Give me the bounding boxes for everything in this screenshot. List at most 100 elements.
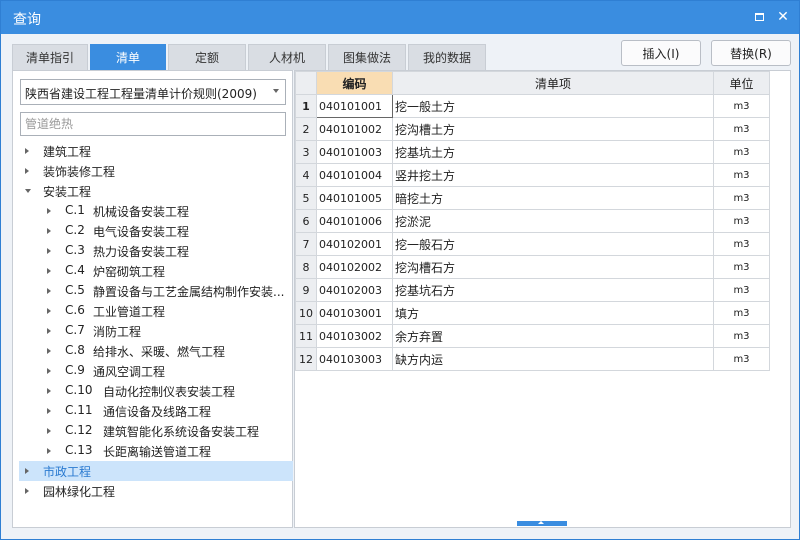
tree-node[interactable]: C.9 通风空调工程 — [13, 361, 292, 381]
item-name-cell[interactable]: 挖基坑土方 — [392, 140, 714, 164]
expand-right-icon[interactable] — [25, 488, 29, 494]
item-name-cell[interactable]: 挖淤泥 — [392, 209, 714, 233]
tree-node[interactable]: C.3 热力设备安装工程 — [13, 241, 292, 261]
tree-node[interactable]: C.6 工业管道工程 — [13, 301, 292, 321]
table-row[interactable]: 2 040101002 挖沟槽土方 m3 — [295, 117, 770, 141]
row-number-cell[interactable]: 7 — [295, 232, 317, 256]
tree-node[interactable]: 建筑工程 — [13, 141, 292, 161]
unit-cell[interactable]: m3 — [713, 140, 770, 164]
tree-node[interactable]: C.8 给排水、采暖、燃气工程 — [13, 341, 292, 361]
rule-select[interactable]: 陕西省建设工程工程量清单计价规则(2009) — [20, 79, 286, 105]
code-cell[interactable]: 040102001 — [316, 232, 393, 256]
tree-node[interactable]: C.13 长距离输送管道工程 — [13, 441, 292, 461]
row-number-cell[interactable]: 12 — [295, 347, 317, 371]
table-row[interactable]: 3 040101003 挖基坑土方 m3 — [295, 140, 770, 164]
unit-cell[interactable]: m3 — [713, 347, 770, 371]
panel-collapse-handle[interactable] — [517, 521, 567, 526]
table-row[interactable]: 7 040102001 挖一般石方 m3 — [295, 232, 770, 256]
close-icon[interactable]: ✕ — [775, 9, 791, 25]
unit-cell[interactable]: m3 — [713, 163, 770, 187]
item-name-cell[interactable]: 缺方内运 — [392, 347, 714, 371]
code-column-header[interactable]: 编码 — [316, 71, 393, 95]
expand-right-icon[interactable] — [47, 348, 51, 354]
maximize-icon[interactable] — [751, 9, 767, 25]
table-row[interactable]: 5 040101005 暗挖土方 m3 — [295, 186, 770, 210]
item-name-cell[interactable]: 挖一般石方 — [392, 232, 714, 256]
unit-cell[interactable]: m3 — [713, 94, 770, 118]
code-cell[interactable]: 040101005 — [316, 186, 393, 210]
tree-node[interactable]: C.7 消防工程 — [13, 321, 292, 341]
row-number-cell[interactable]: 6 — [295, 209, 317, 233]
tab-quota[interactable]: 定额 — [168, 44, 246, 70]
item-name-cell[interactable]: 挖沟槽石方 — [392, 255, 714, 279]
row-number-cell[interactable]: 10 — [295, 301, 317, 325]
code-cell[interactable]: 040101001 — [316, 94, 393, 118]
insert-button[interactable]: 插入(I) — [621, 40, 701, 66]
expand-right-icon[interactable] — [47, 408, 51, 414]
title-bar[interactable]: 查询 ✕ — [1, 1, 799, 34]
tab-list-guide[interactable]: 清单指引 — [12, 44, 88, 70]
code-cell[interactable]: 040101006 — [316, 209, 393, 233]
table-row[interactable]: 10 040103001 填方 m3 — [295, 301, 770, 325]
row-number-cell[interactable]: 3 — [295, 140, 317, 164]
tree-node[interactable]: 市政工程 — [19, 461, 293, 481]
item-name-cell[interactable]: 余方弃置 — [392, 324, 714, 348]
code-cell[interactable]: 040101004 — [316, 163, 393, 187]
unit-cell[interactable]: m3 — [713, 278, 770, 302]
expand-right-icon[interactable] — [47, 308, 51, 314]
tab-labor-material-machine[interactable]: 人材机 — [248, 44, 326, 70]
item-name-cell[interactable]: 挖基坑石方 — [392, 278, 714, 302]
row-number-cell[interactable]: 4 — [295, 163, 317, 187]
code-cell[interactable]: 040102002 — [316, 255, 393, 279]
table-row[interactable]: 11 040103002 余方弃置 m3 — [295, 324, 770, 348]
code-cell[interactable]: 040103003 — [316, 347, 393, 371]
row-number-cell[interactable]: 5 — [295, 186, 317, 210]
expand-right-icon[interactable] — [47, 328, 51, 334]
expand-right-icon[interactable] — [47, 368, 51, 374]
expand-right-icon[interactable] — [47, 288, 51, 294]
table-row[interactable]: 4 040101004 竖井挖土方 m3 — [295, 163, 770, 187]
unit-cell[interactable]: m3 — [713, 324, 770, 348]
unit-cell[interactable]: m3 — [713, 117, 770, 141]
expand-right-icon[interactable] — [47, 428, 51, 434]
row-number-cell[interactable]: 11 — [295, 324, 317, 348]
item-name-cell[interactable]: 竖井挖土方 — [392, 163, 714, 187]
replace-button[interactable]: 替换(R) — [711, 40, 791, 66]
expand-right-icon[interactable] — [47, 388, 51, 394]
tab-my-data[interactable]: 我的数据 — [408, 44, 486, 70]
tree-node[interactable]: C.10 自动化控制仪表安装工程 — [13, 381, 292, 401]
tree-node[interactable]: C.1 机械设备安装工程 — [13, 201, 292, 221]
tree-node[interactable]: C.11 通信设备及线路工程 — [13, 401, 292, 421]
expand-right-icon[interactable] — [25, 468, 29, 474]
row-number-cell[interactable]: 1 — [295, 94, 317, 118]
tab-list[interactable]: 清单 — [90, 44, 166, 70]
unit-cell[interactable]: m3 — [713, 232, 770, 256]
tree-node[interactable]: C.5 静置设备与工艺金属结构制作安装... — [13, 281, 292, 301]
expand-right-icon[interactable] — [47, 448, 51, 454]
unit-cell[interactable]: m3 — [713, 186, 770, 210]
expand-right-icon[interactable] — [47, 228, 51, 234]
code-cell[interactable]: 040103002 — [316, 324, 393, 348]
expand-right-icon[interactable] — [47, 268, 51, 274]
unit-cell[interactable]: m3 — [713, 209, 770, 233]
row-number-cell[interactable]: 9 — [295, 278, 317, 302]
tree-node[interactable]: 安装工程 — [13, 181, 292, 201]
expand-right-icon[interactable] — [25, 168, 29, 174]
search-input[interactable] — [20, 112, 286, 136]
unit-cell[interactable]: m3 — [713, 301, 770, 325]
table-row[interactable]: 8 040102002 挖沟槽石方 m3 — [295, 255, 770, 279]
code-cell[interactable]: 040101002 — [316, 117, 393, 141]
expand-right-icon[interactable] — [25, 148, 29, 154]
expand-right-icon[interactable] — [47, 208, 51, 214]
tab-atlas-method[interactable]: 图集做法 — [328, 44, 406, 70]
code-cell[interactable]: 040102003 — [316, 278, 393, 302]
code-cell[interactable]: 040101003 — [316, 140, 393, 164]
item-name-cell[interactable]: 暗挖土方 — [392, 186, 714, 210]
item-name-cell[interactable]: 挖沟槽土方 — [392, 117, 714, 141]
unit-cell[interactable]: m3 — [713, 255, 770, 279]
code-cell[interactable]: 040103001 — [316, 301, 393, 325]
row-number-cell[interactable]: 8 — [295, 255, 317, 279]
tree-node[interactable]: 园林绿化工程 — [13, 481, 292, 501]
unit-column-header[interactable]: 单位 — [713, 71, 770, 95]
table-row[interactable]: 9 040102003 挖基坑石方 m3 — [295, 278, 770, 302]
